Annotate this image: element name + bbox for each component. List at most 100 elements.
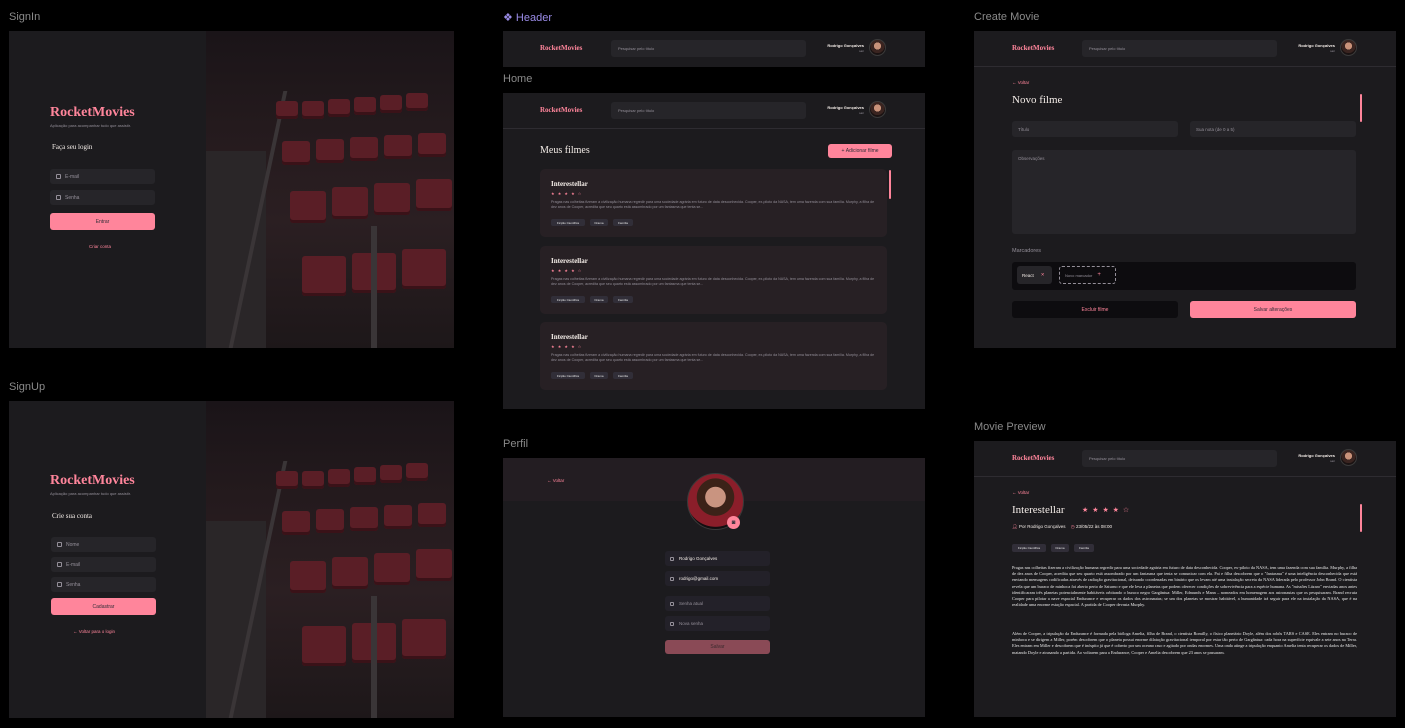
new-marker-input[interactable]: Novo marcador + [1059,266,1116,284]
name-field[interactable]: Rodrigo Gonçalves [665,551,770,566]
signin-frame: RocketMovies Aplicação para acompanhar t… [9,31,454,348]
avatar[interactable] [869,101,886,118]
save-changes-button[interactable]: Salvar alterações [1190,301,1356,318]
seat [406,463,428,481]
brand-tagline: Aplicação para acompanhar tudo que assis… [50,123,131,128]
tag: Ficção Científica [1012,544,1046,552]
signup-frame: RocketMovies Aplicação para acompanhar t… [9,401,454,718]
avatar[interactable] [1340,449,1357,466]
frame-label-create: Create Movie [974,11,1040,23]
new-password-field[interactable]: Nova senha [665,616,770,631]
seat [418,503,446,527]
seat [354,467,376,485]
user-name: Rodrigo Gonçalves [1298,43,1335,48]
theater-image [206,401,454,718]
brand-logo: RocketMovies [540,106,583,114]
email-input[interactable]: E-mail [50,169,155,184]
scrollbar[interactable] [1360,94,1362,122]
plus-icon[interactable]: + [1097,272,1101,278]
back-to-login-link[interactable]: ← Voltar para o login [73,629,115,634]
back-to-login-label: Voltar para o login [78,629,116,634]
email-field[interactable]: rodrigo@gmail.com [665,571,770,586]
mail-icon [670,576,674,581]
avatar[interactable] [869,39,886,56]
add-movie-button[interactable]: + Adicionar filme [828,144,892,158]
search-input[interactable]: Pesquisar pelo título [1082,40,1277,57]
movie-preview-frame: RocketMovies Pesquisar pelo título Rodri… [974,441,1396,717]
seat [302,626,346,666]
password-input[interactable]: Senha [50,190,155,205]
email-input[interactable]: E-mail [51,557,156,572]
new-marker-placeholder: Novo marcador [1065,272,1093,278]
current-password-placeholder: Senha atual [679,601,704,606]
back-label: Voltar [1017,490,1030,495]
seat [332,557,368,589]
avatar[interactable] [1340,39,1357,56]
search-input[interactable]: Pesquisar pelo título [611,40,806,57]
current-password-field[interactable]: Senha atual [665,596,770,611]
email-placeholder: E-mail [65,173,80,180]
search-input[interactable]: Pesquisar pelo título [611,102,806,119]
movie-synopsis: Pragas nas colheitas fizeram a civilizaç… [551,200,875,209]
back-link[interactable]: ← Voltar [1012,490,1029,495]
author-label: Por Rodrigo Gonçalves [1018,524,1066,529]
seat [354,97,376,115]
seat [302,101,324,119]
password-input[interactable]: Senha [51,577,156,592]
lock-icon [670,621,674,626]
page-title: Novo filme [1012,94,1063,106]
seat [350,137,378,161]
seat [406,93,428,111]
title-input[interactable]: Título [1012,121,1178,137]
search-input[interactable]: Pesquisar pelo título [1082,450,1277,467]
logout-link[interactable]: sair [1274,49,1335,53]
seat [328,469,350,487]
camera-icon[interactable]: ◙ [727,516,740,529]
signin-button[interactable]: Entrar [50,213,155,230]
seat [380,95,402,113]
seat [332,187,368,219]
mail-icon [56,174,61,179]
movie-meta: 👤︎ Por Rodrigo Gonçalves ◷ 23/05/22 às 0… [1012,524,1112,530]
brand-logo: RocketMovies [1012,44,1055,52]
scrollbar[interactable] [889,170,891,199]
seat [316,139,344,163]
tag: Drama [590,219,608,226]
synopsis-paragraph: Além de Cooper, a tripulação da Enduranc… [1012,631,1357,655]
user-name: Rodrigo Gonçalves [827,105,864,110]
handrail [371,596,377,718]
scrollbar[interactable] [1360,504,1362,532]
movie-card[interactable]: Interestellar ★ ★ ★ ★ ☆ Pragas nas colhe… [540,322,887,390]
marker-label: React [1022,272,1034,278]
logout-link[interactable]: sair [803,49,864,53]
save-button[interactable]: Salvar [665,640,770,654]
back-link[interactable]: ← Voltar [1012,80,1029,85]
header: RocketMovies Pesquisar pelo título Rodri… [974,31,1396,67]
date-label: 23/05/22 às 08:00 [1075,524,1112,529]
seat [316,509,344,533]
tag: Drama [590,296,608,303]
logout-link[interactable]: sair [803,111,864,115]
add-movie-label: Adicionar filme [845,148,879,154]
create-account-link[interactable]: Criar conta [89,244,111,249]
signup-button[interactable]: Cadastrar [51,598,156,615]
seat [384,135,412,159]
frame-label-home: Home [503,73,533,85]
delete-movie-button[interactable]: Excluir filme [1012,301,1178,318]
email-placeholder: E-mail [66,561,81,568]
back-link[interactable]: ← Voltar [547,478,564,483]
seat [416,549,452,581]
rating-input[interactable]: Sua nota (de 0 a 5) [1190,121,1356,137]
frame-label-signin: SignIn [9,11,41,23]
lock-icon [56,195,61,200]
lock-icon [57,582,62,587]
seat [282,511,310,535]
movie-card[interactable]: Interestellar ★ ★ ★ ★ ☆ Pragas nas colhe… [540,169,887,237]
tag: Família [613,296,633,303]
name-input[interactable]: Nome [51,537,156,552]
close-icon[interactable]: ✕ [1041,272,1045,278]
logout-link[interactable]: sair [1274,459,1335,463]
movie-card[interactable]: Interestellar ★ ★ ★ ★ ☆ Pragas nas colhe… [540,246,887,314]
seat [384,505,412,529]
notes-textarea[interactable]: Observações [1012,150,1356,234]
